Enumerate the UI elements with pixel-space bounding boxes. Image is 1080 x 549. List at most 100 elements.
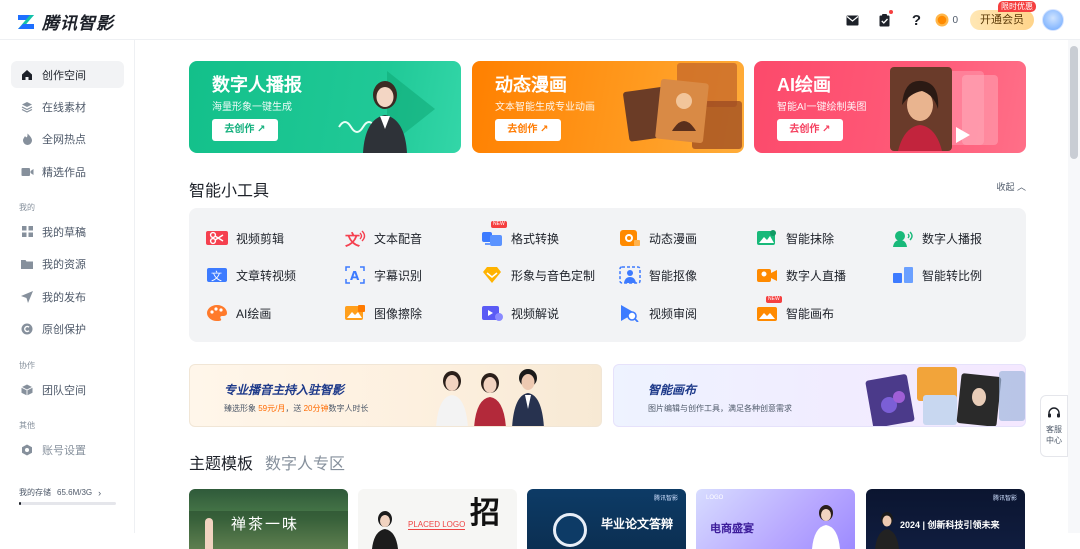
help-icon[interactable]: ? [903, 7, 929, 33]
tool-smart-cutout[interactable]: 智能抠像 [619, 264, 697, 286]
palette-icon [207, 305, 227, 321]
logo-icon [18, 14, 34, 29]
create-button[interactable]: 去创作 ↗ [495, 119, 561, 141]
tab-theme-templates[interactable]: 主题模板 [189, 450, 253, 474]
tool-digital-human[interactable]: 数字人播报 [892, 227, 982, 249]
sidebar-item-hot[interactable]: 全网热点 [11, 125, 124, 152]
storage-fill [19, 502, 21, 505]
tool-video-narration[interactable]: 视频解说 [481, 302, 559, 324]
scrollbar-thumb[interactable] [1070, 46, 1078, 159]
layers-icon [20, 100, 34, 114]
tool-label: 数字人直播 [786, 268, 847, 283]
tool-smart-ratio[interactable]: 智能转比例 [892, 264, 982, 286]
cube-icon [20, 383, 34, 397]
sidebar-item-published[interactable]: 我的发布 [11, 283, 124, 310]
image-erase-icon [345, 305, 365, 320]
tool-label: 智能抹除 [786, 231, 835, 246]
canvas-icon [757, 307, 777, 321]
tools-section-title: 智能小工具 [189, 183, 270, 200]
banner-title: 动态漫画 [495, 75, 567, 95]
collapse-button[interactable]: 收起 ︿ [996, 180, 1026, 193]
brand-logo[interactable]: 腾讯智影 [16, 9, 114, 34]
task-icon[interactable] [871, 7, 897, 33]
coin-count: 0 [952, 14, 958, 26]
tool-label: 智能转比例 [922, 268, 983, 283]
sidebar-item-works[interactable]: 精选作品 [11, 158, 124, 185]
comic-icon [620, 230, 640, 246]
template-card[interactable]: 禅茶一味 [189, 489, 348, 549]
template-brand: 腾讯智影 [992, 496, 1017, 502]
banner-digital-human[interactable]: 数字人播报 海量形象一键生成 去创作 ↗ [189, 61, 461, 153]
create-button[interactable]: 去创作 ↗ [777, 119, 843, 141]
create-button[interactable]: 去创作 ↗ [212, 119, 278, 141]
sidebar-item-copyright[interactable]: 原创保护 [11, 315, 124, 342]
tool-dynamic-comic[interactable]: 动态漫画 [619, 227, 697, 249]
scrollbar[interactable] [1068, 40, 1080, 533]
tool-format-convert[interactable]: NEW 格式转换 [481, 221, 559, 249]
avatar-speak-icon [893, 231, 913, 247]
mail-icon[interactable] [839, 7, 865, 33]
template-text: 禅茶一味 [231, 515, 300, 533]
sidebar-item-label: 我的资源 [42, 258, 86, 271]
vip-button[interactable]: 开通会员 限时优惠 [970, 1, 1036, 30]
template-card[interactable]: PLACED LOGO 招 [358, 489, 517, 549]
tool-ai-painting[interactable]: AI绘画 [206, 302, 271, 324]
live-icon [757, 269, 777, 282]
template-card[interactable]: 腾讯智影 毕业论文答辩 [527, 489, 686, 549]
template-text: 招 [470, 496, 500, 531]
sidebar-item-materials[interactable]: 在线素材 [11, 93, 124, 120]
ratio-icon [893, 267, 913, 283]
tool-video-edit[interactable]: 视频剪辑 [206, 227, 284, 249]
hexagon-icon [20, 443, 34, 457]
tool-avatar-custom[interactable]: 形象与音色定制 [481, 264, 595, 286]
tool-label: 形象与音色定制 [511, 268, 596, 283]
tool-smart-erase[interactable]: 智能抹除 [756, 227, 834, 249]
presenter-illustration [338, 71, 435, 153]
tool-article-video[interactable]: 文 文章转视频 [206, 264, 296, 286]
coin-balance[interactable]: 0 [935, 13, 958, 27]
sidebar-item-label: 精选作品 [42, 166, 86, 179]
promo-sub-c: 数字人时长 [328, 404, 369, 413]
sidebar-item-label: 创作空间 [42, 69, 86, 82]
top-bar: 腾讯智影 ? 0 开通会员 限时优惠 [0, 0, 1080, 40]
user-avatar[interactable] [1042, 9, 1064, 31]
tool-label: 数字人播报 [922, 231, 983, 246]
promo-broadcaster[interactable]: 专业播音主持入驻智影 臻选形象 59元/月，送 20分钟数字人时长 [189, 364, 602, 427]
diamond-icon [483, 267, 501, 283]
headset-icon [1048, 407, 1060, 418]
sidebar: 创作空间 在线素材 全网热点 精选作品 我的 我的草稿 我的资源 我的发布 原创… [0, 40, 135, 533]
sidebar-item-account[interactable]: 账号设置 [11, 436, 124, 463]
template-figure [812, 505, 840, 549]
template-figure [875, 512, 899, 549]
banner-dynamic-comic[interactable]: 动态漫画 文本智能生成专业动画 去创作 ↗ [472, 61, 744, 153]
tool-image-erase[interactable]: 图像擦除 [344, 302, 422, 324]
tool-label: 文本配音 [374, 231, 423, 246]
sidebar-item-label: 原创保护 [42, 323, 86, 336]
folder-icon [20, 257, 34, 271]
promo-subtitle: 臻选形象 59元/月，送 20分钟数字人时长 [224, 403, 369, 414]
template-logo: PLACED LOGO [408, 520, 466, 530]
banner-ai-painting[interactable]: AI绘画 智能AI一键绘制美图 去创作 ↗ [754, 61, 1026, 153]
tool-text-voice[interactable]: 文 文本配音 [344, 227, 422, 249]
template-text: 电商盛宴 [710, 523, 754, 535]
storage-info[interactable]: 我的存储 65.6M/3G › [19, 487, 101, 498]
banner-subtitle: 海量形象一键生成 [212, 102, 292, 113]
cutout-icon [619, 266, 641, 284]
sidebar-item-drafts[interactable]: 我的草稿 [11, 218, 124, 245]
sidebar-item-resources[interactable]: 我的资源 [11, 250, 124, 277]
promo-smart-canvas[interactable]: 智能画布 图片编辑与创作工具，满足各种创意需求 [613, 364, 1026, 427]
template-card[interactable]: LOGO 电商盛宴 [696, 489, 855, 549]
banner-title: 数字人播报 [212, 75, 302, 95]
brand-name: 腾讯智影 [42, 14, 114, 33]
sidebar-item-create[interactable]: 创作空间 [11, 61, 124, 88]
tab-digital-human[interactable]: 数字人专区 [265, 450, 345, 474]
convert-icon [482, 232, 502, 246]
template-card[interactable]: 腾讯智影 2024 | 创新科技引领未来 [866, 489, 1025, 549]
sidebar-item-team[interactable]: 团队空间 [11, 376, 124, 403]
tool-video-review[interactable]: 视频审阅 [619, 302, 697, 324]
tool-digital-live[interactable]: 数字人直播 [756, 264, 846, 286]
customer-service[interactable]: 客服 中心 [1040, 395, 1068, 457]
sidebar-item-label: 我的草稿 [42, 226, 86, 239]
tool-subtitle[interactable]: A 字幕识别 [344, 264, 422, 286]
tool-smart-canvas[interactable]: NEW 智能画布 [756, 296, 834, 324]
